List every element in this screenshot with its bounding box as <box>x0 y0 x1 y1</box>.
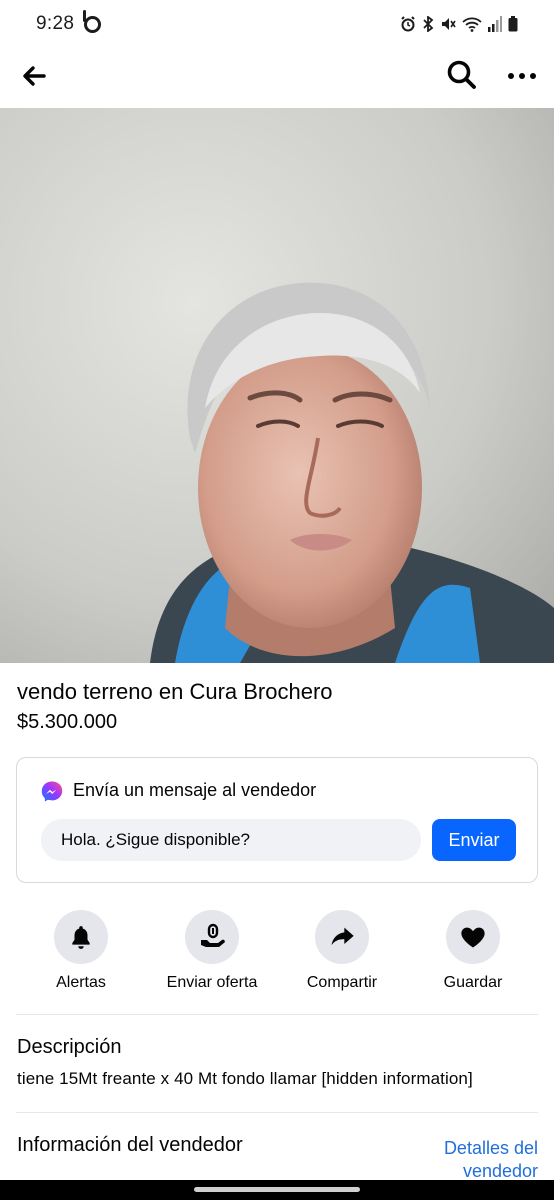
bell-icon <box>72 926 90 949</box>
offer-icon <box>201 923 225 947</box>
seller-info-title: Información del vendedor <box>17 1134 243 1156</box>
more-options-icon <box>508 73 536 79</box>
divider <box>16 1112 538 1113</box>
wifi-icon <box>462 17 482 32</box>
system-nav-bar <box>0 1180 554 1200</box>
app-bar <box>0 48 554 108</box>
listing-photo[interactable] <box>0 108 554 663</box>
message-heading: Envía un mensaje al vendedor <box>73 780 317 800</box>
search-button[interactable] <box>445 58 479 92</box>
seller-photo-image <box>0 108 554 663</box>
back-button[interactable] <box>18 60 50 92</box>
send-button[interactable]: Enviar <box>432 819 516 861</box>
status-bar: 9:28 <box>0 0 554 48</box>
alerts-label: Alertas <box>56 974 106 991</box>
send-offer-action[interactable]: Enviar oferta <box>147 910 277 992</box>
description-title: Descripción <box>17 1036 122 1058</box>
listing-title: vendo terreno en Cura Brochero <box>17 679 333 704</box>
save-label: Guardar <box>443 974 503 991</box>
save-action[interactable]: Guardar <box>408 910 538 992</box>
messenger-icon <box>41 781 63 802</box>
home-indicator[interactable] <box>194 1187 360 1192</box>
status-time: 9:28 <box>36 13 75 34</box>
search-icon <box>447 60 476 89</box>
alerts-action[interactable]: Alertas <box>16 910 146 992</box>
share-button[interactable] <box>315 910 369 964</box>
seller-details-link[interactable]: Detalles del vendedor <box>428 1137 538 1183</box>
share-action[interactable]: Compartir <box>277 910 407 992</box>
send-offer-button[interactable] <box>185 910 239 964</box>
more-options-button[interactable] <box>506 62 540 90</box>
share-icon <box>331 927 354 946</box>
description-text: tiene 15Mt freante x 40 Mt fondo llamar … <box>17 1069 473 1088</box>
mute-icon <box>442 18 456 30</box>
alerts-button[interactable] <box>54 910 108 964</box>
message-seller-card: Envía un mensaje al vendedor Hola. ¿Sigu… <box>16 757 538 883</box>
save-button[interactable] <box>446 910 500 964</box>
action-row: Alertas Enviar oferta Compartir Guardar <box>0 910 554 1000</box>
heart-icon <box>461 927 485 948</box>
battery-icon <box>508 16 518 32</box>
notification-app-icon <box>83 9 102 33</box>
signal-icon <box>488 16 502 32</box>
alarm-icon <box>401 16 415 32</box>
status-icons <box>400 16 518 32</box>
back-arrow-icon <box>23 66 46 86</box>
divider <box>16 1014 538 1015</box>
message-input[interactable]: Hola. ¿Sigue disponible? <box>41 819 421 861</box>
bluetooth-icon <box>423 16 434 32</box>
listing-price: $5.300.000 <box>17 711 118 733</box>
send-offer-label: Enviar oferta <box>166 974 258 991</box>
share-label: Compartir <box>306 974 378 991</box>
